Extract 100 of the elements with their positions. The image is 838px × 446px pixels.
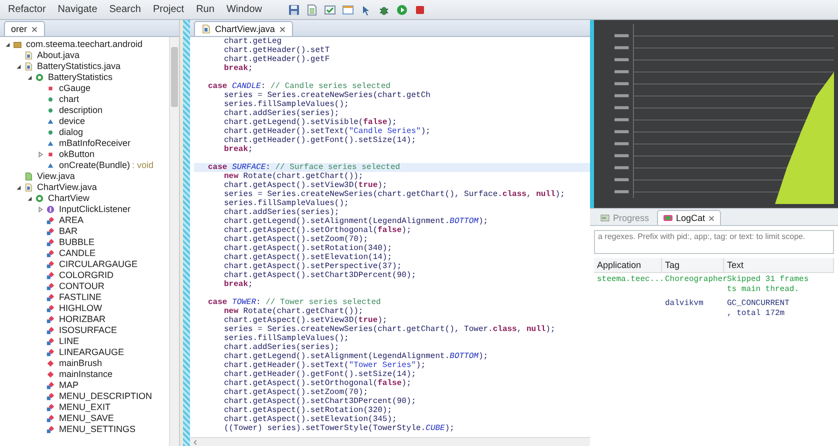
tree-item[interactable]: CANDLE	[59, 248, 96, 259]
editor-tab[interactable]: ChartView.java	[194, 21, 293, 36]
stop-icon[interactable]	[414, 4, 426, 16]
tree-item[interactable]: MAP	[59, 380, 79, 391]
caret-icon[interactable]	[26, 195, 33, 202]
run-icon[interactable]	[396, 4, 408, 16]
field-icon	[46, 337, 55, 346]
explorer-tab[interactable]: orer	[4, 21, 46, 36]
close-icon[interactable]	[278, 26, 286, 32]
file-icon	[24, 51, 33, 60]
field-icon	[46, 293, 55, 302]
field-icon	[46, 271, 55, 280]
tree-item[interactable]: mainInstance	[59, 369, 113, 380]
menu-item[interactable]: Refactor	[8, 4, 46, 15]
tree-item[interactable]: MENU_EXIT	[59, 402, 111, 413]
tree-item[interactable]: cGauge	[59, 83, 91, 94]
code-line: chart.addSeries(series);	[223, 208, 340, 217]
code-line: series = Series.createNewSeries(chart.getChart(), Surface.class, null);	[223, 190, 566, 199]
menu-item[interactable]: Run	[196, 4, 214, 15]
tree-item[interactable]: LINE	[59, 336, 80, 347]
triangle-icon	[46, 161, 55, 170]
tree-item[interactable]: device	[59, 116, 86, 127]
tree-item[interactable]: BUBBLE	[59, 237, 95, 248]
circle-icon	[35, 194, 44, 203]
tree-item[interactable]: HORIZBAR	[59, 314, 106, 325]
tree-item[interactable]: mBatInfoReceiver	[59, 138, 131, 149]
caret-icon[interactable]	[4, 41, 11, 48]
tree-item[interactable]: InputClickListener	[59, 204, 131, 215]
tree-item[interactable]: CIRCULARGAUGE	[59, 259, 138, 270]
field-icon	[46, 392, 55, 401]
panel-tab[interactable]: LogCat	[657, 210, 722, 225]
window-icon[interactable]	[342, 4, 354, 16]
scrollbar[interactable]	[169, 37, 179, 446]
tree-item[interactable]: HIGHLOW	[59, 303, 102, 314]
tree-item[interactable]: dialog	[59, 127, 84, 138]
badge-icon	[663, 213, 674, 223]
tree-item[interactable]: MENU_SETTINGS	[59, 424, 136, 435]
table-cell: Choreographer	[665, 275, 728, 284]
tree-item[interactable]: MENU_DESCRIPTION	[59, 391, 152, 402]
tree-item[interactable]: description	[59, 105, 103, 116]
log-text: , total 172m	[727, 309, 786, 319]
tree-item[interactable]: FASTLINE	[59, 292, 102, 303]
menu-item[interactable]: Navigate	[58, 4, 98, 15]
code-line: chart.addSeries(series);	[223, 343, 340, 352]
tree-item[interactable]: COLORGRID	[59, 270, 114, 281]
tree-item[interactable]: okButton	[59, 149, 95, 160]
filter-field[interactable]: a regexes. Prefix with pid:, app:, tag: or text: to limit scope.	[594, 230, 834, 254]
tree-item[interactable]: chart	[59, 94, 80, 105]
tree-item[interactable]: View.java	[37, 171, 75, 182]
column-header[interactable]: Text	[724, 258, 834, 272]
code-line: case CANDLE: // Candle series selected	[207, 82, 392, 91]
triangle-icon	[46, 139, 55, 148]
code-line: series = Series.createNewSeries(chart.getCh	[223, 91, 432, 100]
progress-icon	[600, 213, 610, 223]
code-line: new Rotate(chart.getChart());	[223, 172, 364, 181]
tree-item[interactable]: ChartView.java	[37, 182, 97, 193]
tree-item[interactable]: LINEARGAUGE	[59, 347, 124, 358]
column-header[interactable]: Application	[594, 258, 662, 272]
menu-item[interactable]: Search	[109, 4, 141, 15]
file-icon	[24, 62, 33, 71]
code-line: chart.getHeader().getFont().setSize(14);	[223, 136, 418, 145]
scroll-left-icon[interactable]	[192, 438, 199, 446]
field-icon	[46, 403, 55, 412]
tree-item[interactable]: CONTOUR	[59, 281, 104, 292]
field-icon	[46, 326, 55, 335]
tree-item[interactable]: About.java	[37, 50, 80, 61]
caret-icon[interactable]	[26, 74, 33, 81]
tree-item[interactable]: onCreate(Bundle)	[59, 160, 130, 171]
caret-icon[interactable]	[15, 184, 22, 191]
floppy-icon[interactable]	[288, 4, 300, 16]
tree-item[interactable]: com.steema.teechart.android	[26, 39, 143, 50]
checklist-icon[interactable]	[324, 4, 336, 16]
code-line: series.fillSampleValues();	[223, 199, 350, 208]
menu-item[interactable]: Project	[152, 4, 184, 15]
circle-icon	[46, 205, 55, 214]
caret-icon[interactable]	[15, 63, 22, 70]
code-line: chart.getLegend().setAlignment(LegendAlignment.BOTTOM);	[223, 217, 490, 226]
tree-item[interactable]: BatteryStatistics	[48, 72, 113, 83]
tree-item[interactable]: ISOSURFACE	[59, 325, 118, 336]
tree-item[interactable]: BatteryStatistics.java	[37, 61, 121, 72]
scrollbar[interactable]	[190, 437, 590, 446]
code-line: chart.getLegend().setAlignment(LegendAlignment.BOTTOM);	[223, 352, 490, 361]
tree-item[interactable]: BAR	[59, 226, 78, 237]
code-line: chart.getAspect().setElevation(14);	[223, 253, 394, 262]
code-line: series.fillSampleValues();	[223, 100, 350, 109]
tree-item[interactable]: mainBrush	[59, 358, 102, 369]
file-icon	[24, 172, 33, 181]
dot-icon	[46, 95, 55, 104]
document-icon[interactable]	[306, 4, 318, 16]
tree-item[interactable]: MENU_SAVE	[59, 413, 114, 424]
code-line: chart.getAspect().setElevation(345);	[223, 415, 398, 424]
file-icon	[24, 183, 33, 192]
close-icon[interactable]	[708, 214, 716, 222]
code-line: break;	[223, 64, 254, 73]
table-cell: dalvikvm	[665, 299, 704, 308]
tree-item[interactable]: ChartView	[48, 193, 90, 204]
close-icon[interactable]	[31, 26, 38, 32]
column-header[interactable]: Tag	[662, 258, 724, 272]
tree-item[interactable]: AREA	[59, 215, 84, 226]
menu-item[interactable]: Window	[226, 4, 262, 15]
